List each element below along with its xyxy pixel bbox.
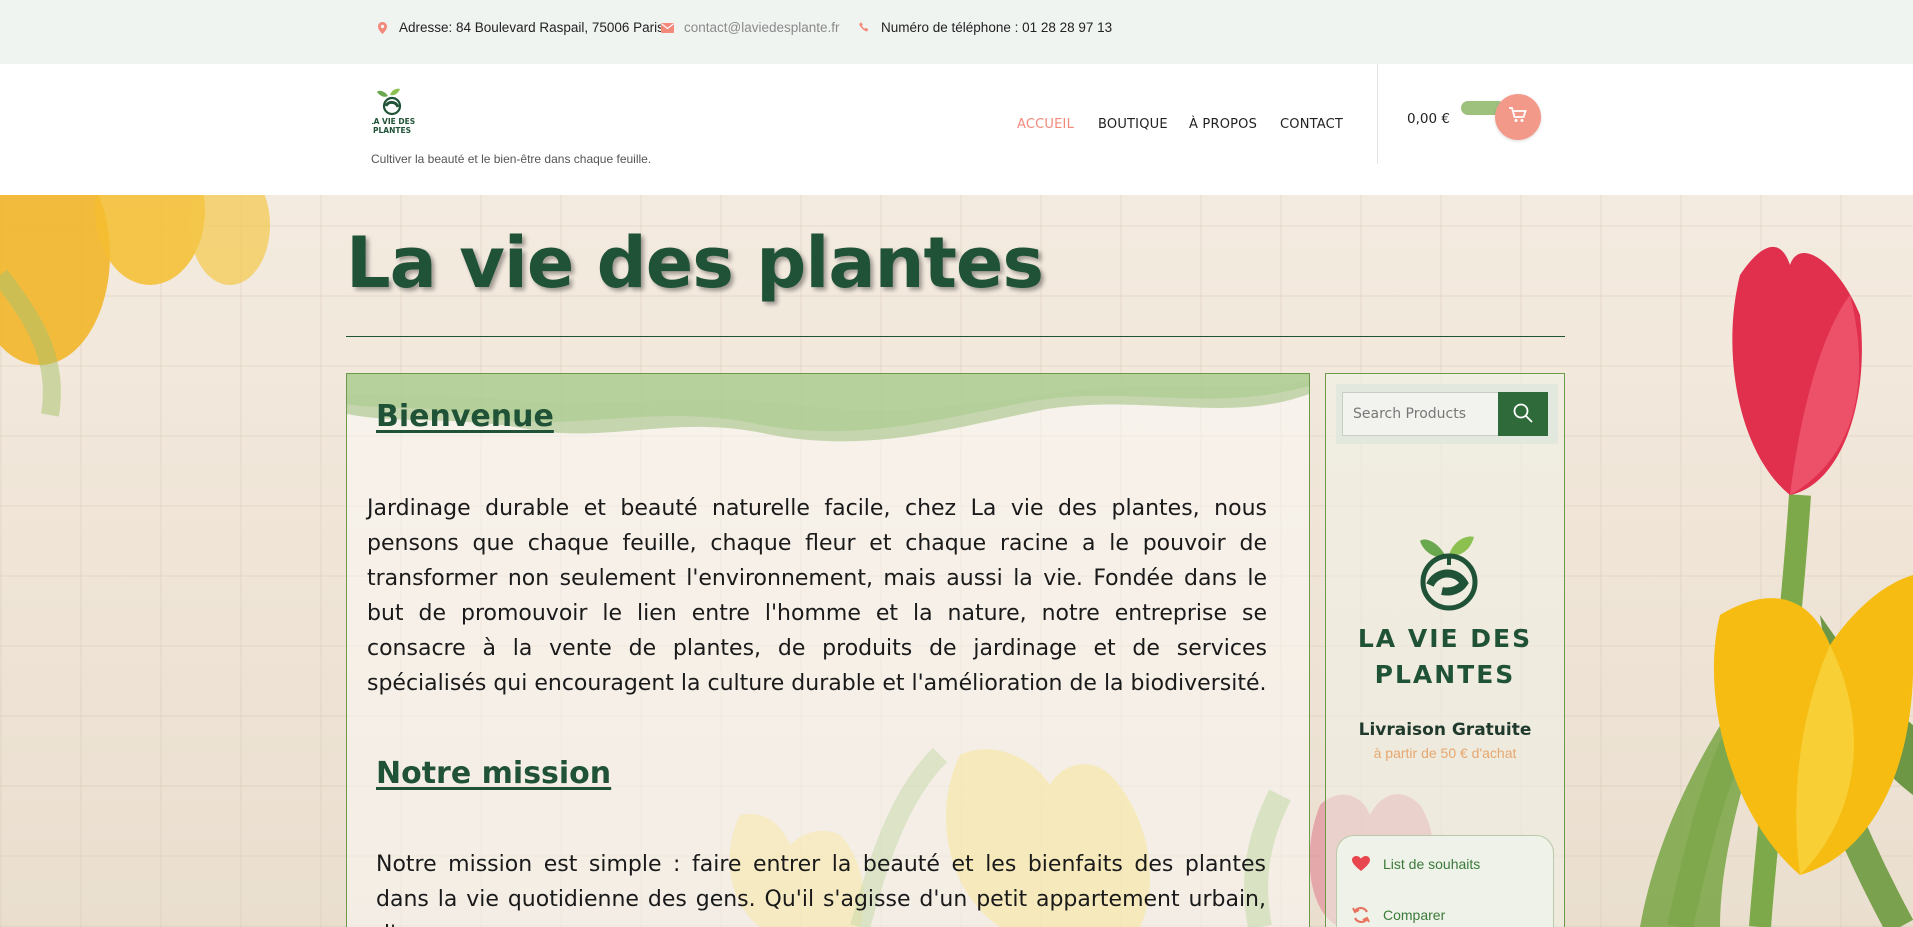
address-item: Adresse: 84 Boulevard Raspail, 75006 Par… (375, 20, 664, 35)
logo-text-line1: LA VIE DES (372, 117, 415, 126)
phone-icon (857, 22, 871, 33)
logo-text-line2: PLANTES (373, 126, 411, 135)
page-title: La vie des plantes (346, 222, 1044, 304)
sidebar: LA VIE DES PLANTES Livraison Gratuite à … (1325, 373, 1565, 927)
search-input[interactable] (1342, 392, 1498, 436)
search-icon (1513, 403, 1533, 426)
site-header: LA VIE DES PLANTES Cultiver la beauté et… (0, 64, 1913, 195)
sidebar-logo-icon (1394, 527, 1494, 617)
nav-item-boutique[interactable]: BOUTIQUE (1098, 117, 1168, 132)
search-button[interactable] (1498, 392, 1548, 436)
top-info-bar: Adresse: 84 Boulevard Raspail, 75006 Par… (0, 0, 1913, 64)
phone-text: Numéro de téléphone : 01 28 28 97 13 (881, 20, 1113, 35)
welcome-text: Jardinage durable et beauté naturelle fa… (367, 496, 1267, 696)
site-logo[interactable]: LA VIE DES PLANTES (369, 86, 422, 138)
email-link[interactable]: contact@laviedesplante.fr (684, 20, 840, 35)
wishlist-label: List de souhaits (1383, 856, 1481, 872)
phone-item: Numéro de téléphone : 01 28 28 97 13 (857, 20, 1112, 35)
site-tagline: Cultiver la beauté et le bien-être dans … (371, 152, 652, 166)
address-text: Adresse: 84 Boulevard Raspail, 75006 Par… (399, 20, 664, 35)
nav-item-contact[interactable]: CONTACT (1280, 117, 1343, 132)
free-shipping-subtitle: à partir de 50 € d'achat (1373, 745, 1517, 761)
wishlist-link[interactable]: List de souhaits (1351, 856, 1480, 872)
sidebar-brand-line1: LA VIE DES (1357, 624, 1533, 653)
mission-text: Notre mission est simple : faire entrer … (376, 852, 1266, 927)
compare-label: Comparer (1383, 907, 1446, 923)
map-pin-icon (375, 21, 389, 34)
refresh-icon (1351, 906, 1371, 924)
sidebar-brand-line2: PLANTES (1374, 660, 1516, 689)
search-widget (1336, 384, 1558, 444)
cart-total[interactable]: 0,00 € (1407, 111, 1450, 127)
title-divider (346, 336, 1565, 337)
cart-button[interactable] (1495, 94, 1541, 140)
nav-item-accueil[interactable]: ACCUEIL (1017, 117, 1074, 132)
email-item[interactable]: contact@laviedesplante.fr (660, 20, 840, 35)
compare-link[interactable]: Comparer (1351, 906, 1445, 924)
cart-icon (1509, 106, 1527, 128)
envelope-icon (660, 22, 674, 33)
welcome-heading: Bienvenue (376, 399, 554, 434)
content-panel: Bienvenue Jardinage durable et beauté na… (346, 373, 1310, 927)
heart-icon (1351, 856, 1371, 872)
free-shipping-title: Livraison Gratuite (1358, 720, 1532, 740)
mission-heading: Notre mission (376, 756, 612, 791)
header-divider (1377, 64, 1378, 164)
nav-item-a-propos[interactable]: À PROPOS (1189, 117, 1257, 132)
wishlist-compare-box: List de souhaits Comparer (1336, 835, 1554, 927)
